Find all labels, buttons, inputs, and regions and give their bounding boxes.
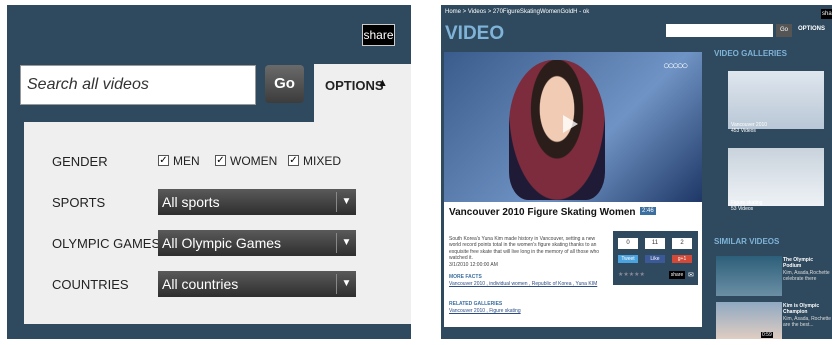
- sports-select[interactable]: All sports ▼: [158, 189, 356, 215]
- video-thumbnail: [509, 60, 605, 200]
- duration-badge: 0:59: [761, 332, 773, 338]
- mixed-label: MIXED: [303, 154, 342, 168]
- similar-video-desc: Kim, Asada, Rochette are the best...: [783, 316, 832, 328]
- related-galleries-heading: RELATED GALLERIES: [449, 301, 503, 307]
- duration-badge: 2:46: [640, 207, 656, 215]
- chevron-down-icon: ▼: [336, 233, 356, 253]
- social-box: 0 11 2 Tweet Like g+1 ★★★★★ share ✉: [613, 231, 698, 285]
- go-button[interactable]: Go: [265, 65, 304, 103]
- chevron-down-icon: ▼: [336, 274, 356, 294]
- video-description: South Korea's Yuna Kim made history in V…: [449, 236, 600, 262]
- sports-label: SPORTS: [52, 195, 106, 210]
- countries-value: All countries: [162, 276, 239, 292]
- gallery-thumbnail[interactable]: [728, 148, 824, 206]
- play-icon[interactable]: [563, 115, 578, 133]
- search-input[interactable]: Search all videos: [20, 65, 256, 105]
- options-label: OPTIONS: [325, 78, 384, 93]
- options-toggle[interactable]: OPTIONS: [798, 26, 825, 32]
- olympic-games-select[interactable]: All Olympic Games ▼: [158, 230, 356, 256]
- similar-videos-heading: SIMILAR VIDEOS: [714, 237, 780, 246]
- women-checkbox[interactable]: ✓: [215, 155, 226, 166]
- breadcrumb[interactable]: Home > Videos > 270FigureSkatingWomenGol…: [445, 9, 589, 15]
- sports-value: All sports: [162, 194, 220, 210]
- search-input[interactable]: [666, 24, 773, 37]
- share-button[interactable]: share: [821, 9, 832, 19]
- go-button[interactable]: Go: [776, 24, 792, 37]
- video-date: 3/1/2010 12:00:00 AM: [449, 262, 498, 268]
- share-button[interactable]: share: [362, 24, 395, 46]
- video-info: Vancouver 2010 Figure Skating Women 2:46…: [444, 202, 702, 327]
- share-button[interactable]: share: [669, 271, 685, 279]
- chevron-down-icon: ▼: [336, 192, 356, 212]
- share-count: 0: [618, 238, 638, 249]
- similar-video-title[interactable]: The Olympic Podium: [783, 257, 832, 269]
- plus-count: 2: [672, 238, 692, 249]
- like-count: 11: [645, 238, 665, 249]
- gallery-count: 453 Videos: [731, 128, 756, 134]
- gender-label: GENDER: [52, 154, 108, 169]
- page-title: VIDEO: [445, 23, 505, 44]
- men-label: MEN: [173, 154, 200, 168]
- olympic-games-label: OLYMPIC GAMES: [52, 236, 161, 251]
- video-title: Vancouver 2010 Figure Skating Women: [449, 207, 636, 218]
- gplus-button[interactable]: g+1: [672, 255, 692, 263]
- options-toggle[interactable]: OPTIONS ▲: [314, 64, 411, 122]
- rating-stars[interactable]: ★★★★★: [618, 271, 645, 278]
- video-page: Home > Videos > 270FigureSkatingWomenGol…: [441, 5, 832, 339]
- men-checkbox[interactable]: ✓: [158, 155, 169, 166]
- tweet-button[interactable]: Tweet: [618, 255, 638, 263]
- olympic-games-value: All Olympic Games: [162, 235, 282, 251]
- collapse-arrow-icon: ▲: [377, 77, 388, 89]
- mixed-checkbox[interactable]: ✓: [288, 155, 299, 166]
- countries-label: COUNTRIES: [52, 277, 129, 292]
- olympic-rings-icon: ○○○○○: [663, 60, 688, 72]
- more-facts-heading: MORE FACTS: [449, 274, 482, 280]
- countries-select[interactable]: All countries ▼: [158, 271, 356, 297]
- mail-icon[interactable]: ✉: [688, 271, 694, 279]
- video-galleries-heading: VIDEO GALLERIES: [714, 49, 787, 58]
- gallery-thumbnail[interactable]: [728, 71, 824, 129]
- related-galleries-links[interactable]: Vancouver 2010 , Figure skating: [449, 308, 521, 314]
- women-label: WOMEN: [230, 154, 278, 168]
- more-facts-links[interactable]: Vancouver 2010 , individual women , Repu…: [449, 281, 599, 287]
- gallery-count: 53 Videos: [731, 206, 754, 212]
- similar-video-thumbnail[interactable]: [716, 256, 782, 296]
- video-player[interactable]: ○○○○○: [444, 52, 702, 202]
- similar-video-title[interactable]: Kim is Olympic Champion: [783, 303, 832, 315]
- similar-video-desc: Kim, Asada,Rochette celebrate there: [783, 270, 830, 282]
- like-button[interactable]: Like: [645, 255, 665, 263]
